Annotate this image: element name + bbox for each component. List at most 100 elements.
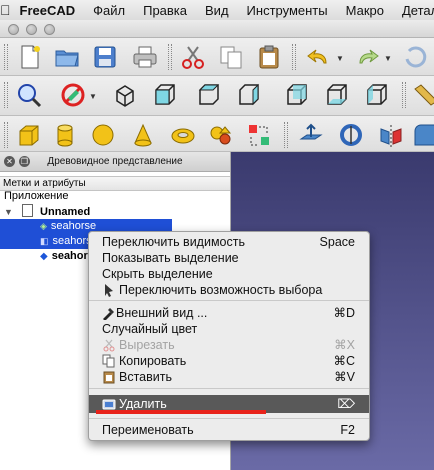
menu-item-random-color[interactable]: Случайный цвет — [89, 321, 369, 337]
refresh-icon[interactable] — [400, 42, 430, 72]
rear-view-icon[interactable] — [282, 80, 312, 110]
part-mirror-icon[interactable] — [376, 120, 406, 150]
tree-root-label: Приложение — [4, 190, 69, 202]
draw-style-dropdown-arrow-icon[interactable]: ▼ — [89, 92, 97, 101]
menu-separator — [89, 418, 369, 419]
copy-icon[interactable] — [216, 42, 246, 72]
cursor-arrow-icon — [105, 284, 113, 297]
macos-menu-bar:  FreeCAD Файл Правка Вид Инструменты Ма… — [0, 0, 434, 20]
delete-icon — [102, 399, 116, 410]
menu-item-label: Вырезать — [119, 338, 175, 352]
toolbar-grip[interactable] — [4, 122, 8, 148]
part-torus-icon[interactable] — [168, 120, 198, 150]
menu-item-shortcut: Space — [319, 235, 355, 249]
fit-all-magnifier-icon[interactable] — [14, 80, 44, 110]
menu-separator — [89, 300, 369, 301]
part-cylinder-icon[interactable] — [50, 120, 80, 150]
menu-item-label: Переключить видимость — [102, 235, 245, 249]
toolbar-grip[interactable] — [402, 82, 406, 108]
tree-panel-header: ✕ ❐ Древовидное представление — [0, 152, 230, 172]
menu-item-shortcut: F2 — [340, 423, 355, 437]
menu-item-paste[interactable]: Вставить ⌘V — [89, 369, 369, 385]
menu-item-label: Переключить возможность выбора — [119, 283, 323, 297]
menu-view[interactable]: Вид — [196, 3, 238, 18]
measure-ruler-icon[interactable] — [410, 80, 434, 110]
menu-item-rename[interactable]: Переименовать F2 — [89, 422, 369, 438]
menu-macro[interactable]: Макро — [337, 3, 393, 18]
minimize-window-button[interactable] — [26, 24, 37, 35]
undo-dropdown-arrow-icon[interactable]: ▼ — [336, 54, 344, 63]
menu-item-cut[interactable]: Вырезать ⌘X — [89, 337, 369, 353]
tree-panel-title: Древовидное представление — [47, 156, 183, 167]
menu-item-label: Показывать выделение — [102, 251, 239, 265]
top-view-icon[interactable] — [194, 80, 224, 110]
part-cone-icon[interactable] — [128, 120, 158, 150]
copy-icon — [102, 354, 115, 368]
menu-item-label: Копировать — [119, 354, 187, 368]
tree-item-label: seahorse — [50, 220, 97, 232]
scissors-icon — [103, 339, 115, 352]
part-extrude-icon[interactable] — [296, 120, 326, 150]
file-toolbar: ▼ ▼ — [0, 38, 434, 76]
redo-icon[interactable] — [352, 42, 382, 72]
open-folder-icon[interactable] — [52, 42, 82, 72]
save-icon[interactable] — [90, 42, 120, 72]
right-view-icon[interactable] — [234, 80, 264, 110]
left-view-icon[interactable] — [362, 80, 392, 110]
part-box-icon[interactable] — [14, 120, 44, 150]
close-window-button[interactable] — [8, 24, 19, 35]
paint-pick-icon — [103, 308, 114, 320]
menu-item-label: Скрыть выделение — [102, 267, 213, 281]
part-fillet-icon[interactable] — [410, 120, 434, 150]
part-sphere-icon[interactable] — [88, 120, 118, 150]
menu-item-shortcut: ⌘X — [334, 338, 355, 352]
document-icon — [21, 204, 33, 217]
solid-icon: ◆ — [40, 251, 48, 262]
toolbar-grip[interactable] — [4, 82, 8, 108]
menu-tools[interactable]: Инструменты — [238, 3, 337, 18]
menu-item-toggle-selectable[interactable]: Переключить возможность выбора — [89, 282, 369, 298]
menu-item-hide-selection[interactable]: Скрыть выделение — [89, 266, 369, 282]
document-label: Unnamed — [40, 206, 91, 218]
part-shape-builder-icon[interactable] — [244, 120, 274, 150]
menu-item-copy[interactable]: Копировать ⌘C — [89, 353, 369, 369]
bottom-view-icon[interactable] — [322, 80, 352, 110]
cut-scissors-icon[interactable] — [178, 42, 208, 72]
window-titlebar — [0, 20, 434, 38]
toolbar-grip[interactable] — [4, 44, 8, 70]
zoom-window-button[interactable] — [44, 24, 55, 35]
mesh-icon: ◈ — [40, 221, 47, 231]
menu-item-shortcut: ⌦ — [337, 397, 355, 411]
draw-style-icon[interactable] — [58, 80, 88, 110]
menu-item-label: Внешний вид ... — [116, 306, 208, 320]
redo-dropdown-arrow-icon[interactable]: ▼ — [384, 54, 392, 63]
tree-document-row[interactable]: ▼ Unnamed — [4, 204, 228, 219]
annotation-underline — [96, 410, 266, 414]
paste-clipboard-icon[interactable] — [254, 42, 284, 72]
menu-item-show-selection[interactable]: Показывать выделение — [89, 250, 369, 266]
toolbar-grip[interactable] — [292, 44, 296, 70]
toolbar-grip[interactable] — [168, 44, 172, 70]
menu-item-label: Вставить — [119, 370, 172, 384]
part-primitives-icon[interactable] — [206, 120, 236, 150]
menu-item-toggle-visibility[interactable]: Переключить видимость Space — [89, 234, 369, 250]
menu-file[interactable]: Файл — [84, 3, 134, 18]
menu-item-shortcut: ⌘D — [333, 306, 355, 320]
isometric-view-icon[interactable] — [110, 80, 140, 110]
apple-icon[interactable]:  — [0, 2, 11, 18]
undo-icon[interactable] — [304, 42, 334, 72]
menu-edit[interactable]: Правка — [134, 3, 196, 18]
menu-item-appearance[interactable]: Внешний вид ... ⌘D — [89, 305, 369, 321]
tree-expand-arrow-icon[interactable]: ▼ — [4, 207, 13, 217]
menu-app-name[interactable]: FreeCAD — [11, 3, 85, 18]
new-document-icon[interactable] — [14, 42, 44, 72]
menu-item-label: Случайный цвет — [102, 322, 198, 336]
shape-icon: ◧ — [40, 236, 49, 246]
part-toolbar — [0, 116, 434, 152]
menu-part[interactable]: Детали — [393, 3, 434, 18]
menu-item-shortcut: ⌘V — [334, 370, 355, 384]
print-icon[interactable] — [130, 42, 160, 72]
front-view-icon[interactable] — [150, 80, 180, 110]
part-revolve-icon[interactable] — [336, 120, 366, 150]
toolbar-grip[interactable] — [284, 122, 288, 148]
